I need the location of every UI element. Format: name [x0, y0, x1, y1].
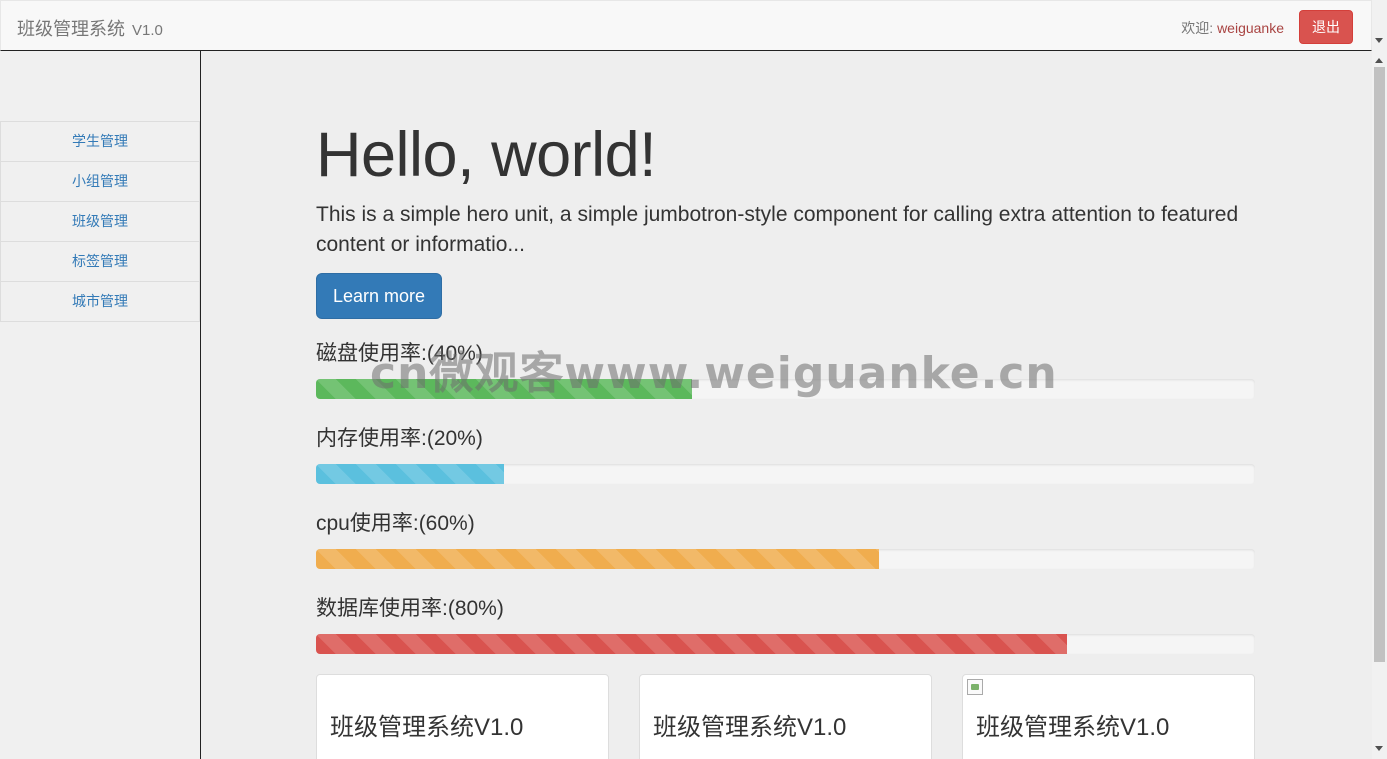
card-title: 班级管理系统V1.0 — [653, 714, 847, 741]
sidebar-item-group[interactable]: 小组管理 — [0, 161, 200, 202]
brand-version[interactable]: V1.0 — [132, 22, 163, 39]
scroll-thumb[interactable] — [1374, 67, 1385, 662]
info-card: 班级管理系统V1.0 — [316, 674, 609, 759]
cpu-usage-progress — [316, 549, 1255, 569]
sidebar-item-city[interactable]: 城市管理 — [0, 281, 200, 322]
sidebar-item-class[interactable]: 班级管理 — [0, 201, 200, 242]
cpu-usage-bar — [316, 549, 880, 569]
brand-name[interactable]: 班级管理系统 — [17, 19, 125, 39]
welcome-text: 欢迎: weiguanke — [1181, 18, 1284, 38]
database-usage-bar — [316, 634, 1068, 654]
page-scrollbar[interactable] — [1372, 0, 1387, 759]
scroll-down-arrow-icon[interactable] — [1375, 746, 1383, 751]
hero-title: Hello, world! — [316, 120, 657, 190]
username-link[interactable]: weiguanke — [1217, 20, 1284, 36]
hero-text: This is a simple hero unit, a simple jum… — [316, 203, 1239, 256]
logout-button[interactable]: 退出 — [1299, 10, 1353, 44]
top-navbar: 班级管理系统 V1.0 欢迎: weiguanke 退出 — [0, 0, 1372, 51]
info-card: 班级管理系统V1.0 — [639, 674, 932, 759]
sidebar: 学生管理 小组管理 班级管理 标签管理 城市管理 — [0, 51, 201, 759]
card-title: 班级管理系统V1.0 — [976, 714, 1170, 741]
database-usage-progress — [316, 634, 1255, 654]
main-content: Hello, world! This is a simple hero unit… — [201, 51, 1372, 759]
sidebar-item-student[interactable]: 学生管理 — [0, 121, 200, 162]
sidebar-menu: 学生管理 小组管理 班级管理 标签管理 城市管理 — [0, 121, 200, 322]
disk-usage-bar — [316, 379, 692, 399]
welcome-prefix: 欢迎: — [1181, 20, 1218, 36]
memory-usage-progress — [316, 464, 1255, 484]
card-title: 班级管理系统V1.0 — [330, 714, 524, 741]
disk-usage-label: 磁盘使用率:(40%) — [316, 342, 483, 365]
database-usage-label: 数据库使用率:(80%) — [316, 597, 504, 620]
scroll-up-arrow-icon[interactable] — [1375, 58, 1383, 63]
app-brand[interactable]: 班级管理系统 V1.0 — [17, 15, 163, 41]
memory-usage-bar — [316, 464, 504, 484]
sidebar-item-tag[interactable]: 标签管理 — [0, 241, 200, 282]
disk-usage-progress — [316, 379, 1255, 399]
info-card: 班级管理系统V1.0 — [962, 674, 1255, 759]
broken-image-icon — [967, 679, 983, 695]
memory-usage-label: 内存使用率:(20%) — [316, 427, 483, 450]
scroll-menu-arrow-icon[interactable] — [1375, 38, 1383, 43]
learn-more-button[interactable]: Learn more — [316, 273, 442, 319]
cpu-usage-label: cpu使用率:(60%) — [316, 512, 475, 535]
